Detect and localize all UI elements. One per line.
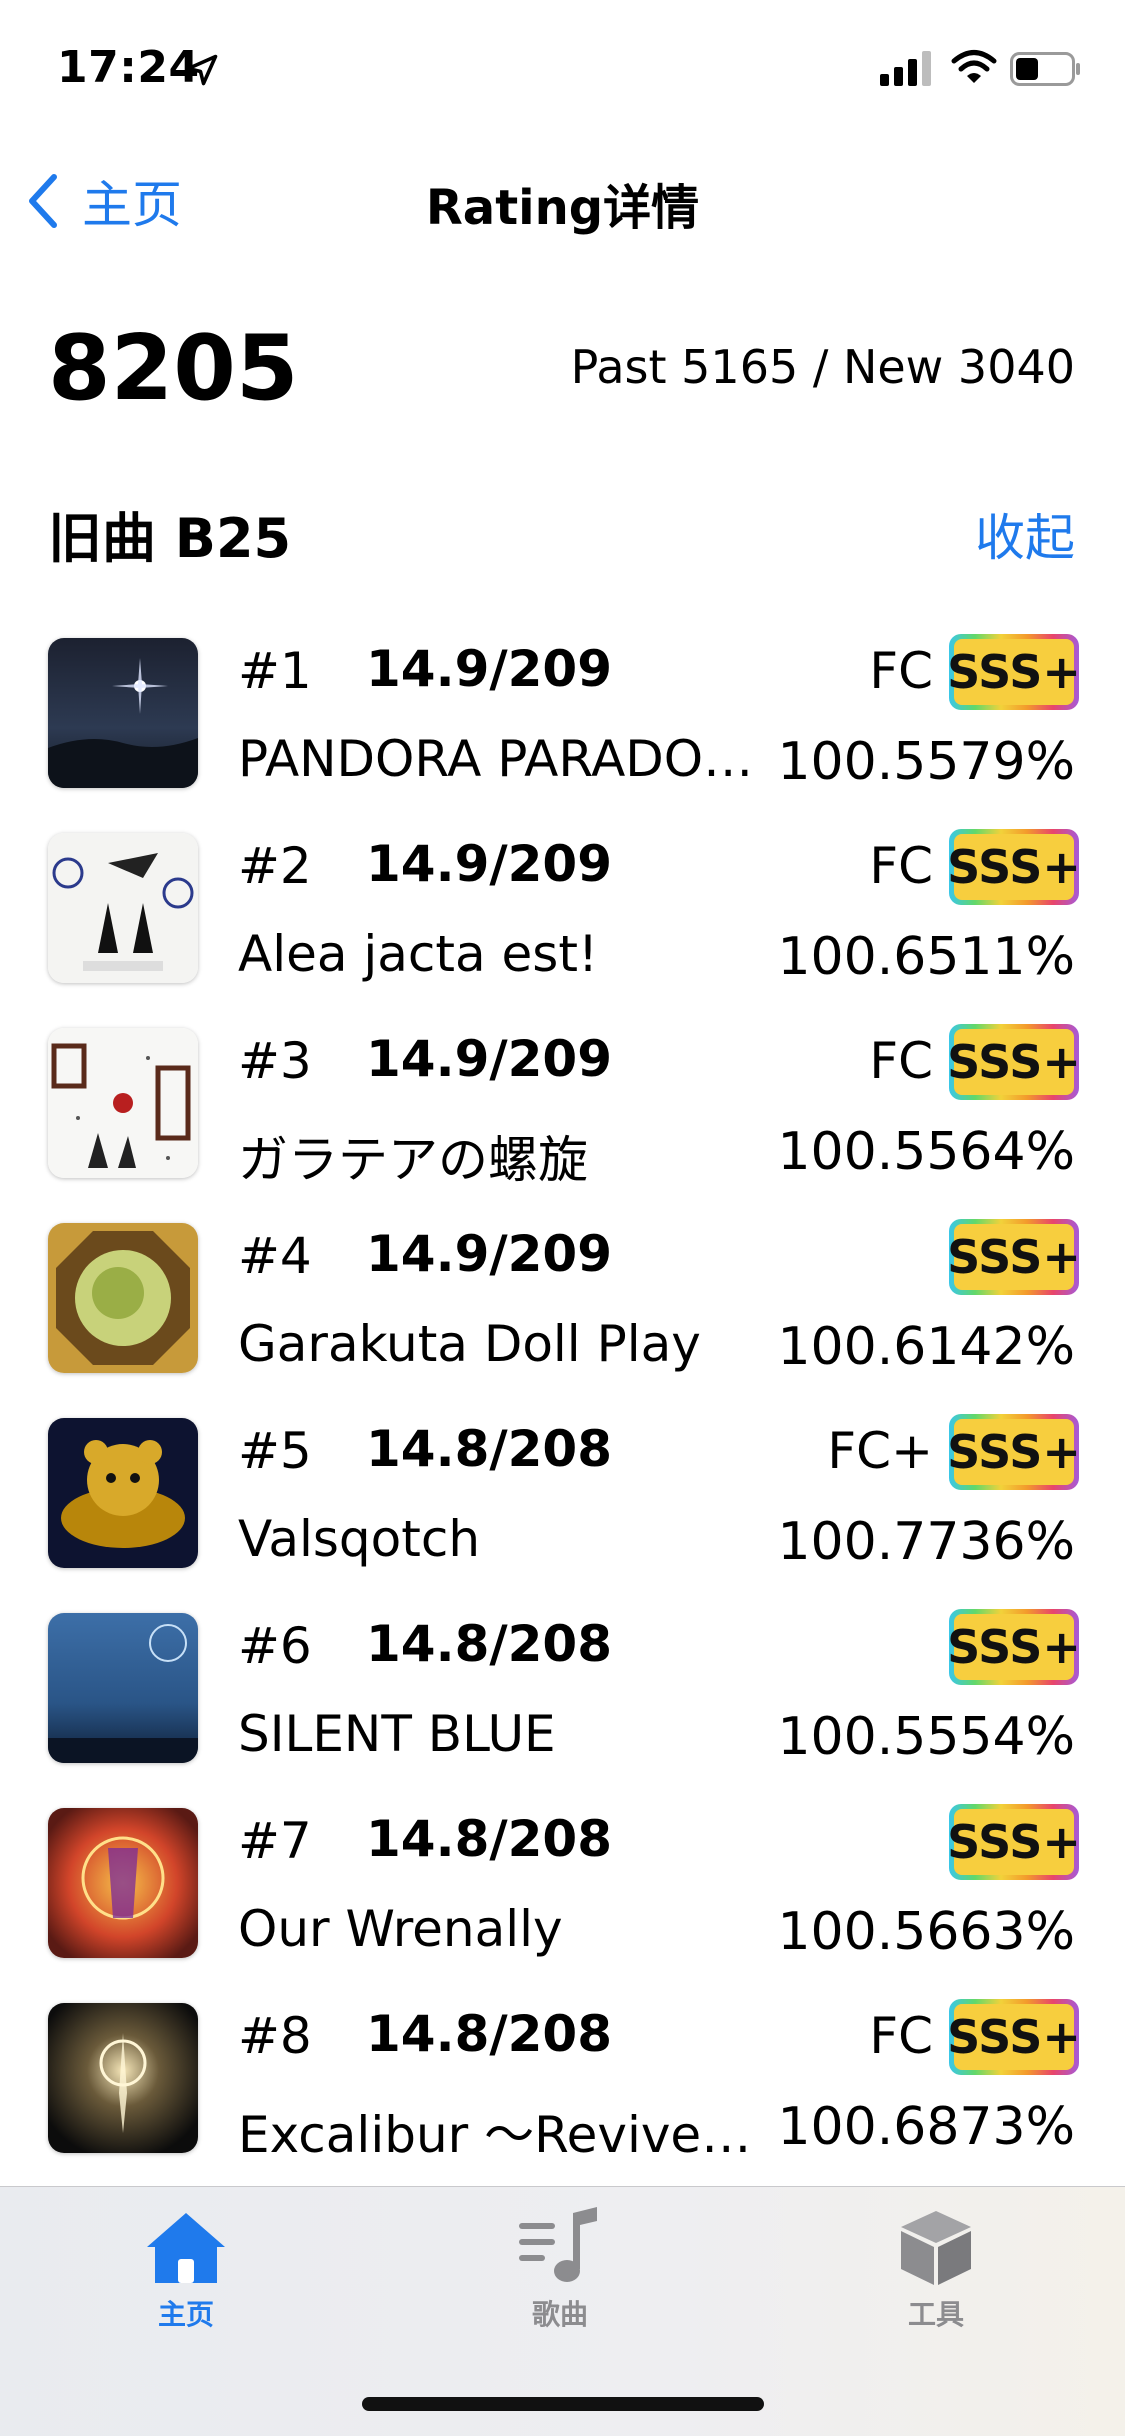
song-row[interactable]: #4 14.9/209 SSS+ Garakuta Doll Play 100.… xyxy=(0,1205,1125,1400)
song-accuracy: 100.7736% xyxy=(777,1512,1075,1572)
grade-label: SSS+ xyxy=(947,639,1081,705)
box-icon xyxy=(901,2211,971,2285)
song-accuracy: 100.5579% xyxy=(777,732,1075,792)
grade-badge: SSS+ xyxy=(947,1414,1081,1490)
grade-badge: SSS+ xyxy=(947,1804,1081,1880)
song-accuracy: 100.5663% xyxy=(777,1902,1075,1962)
location-arrow-icon xyxy=(186,54,218,86)
song-rank: #7 xyxy=(238,1812,312,1870)
song-level: 14.8/208 xyxy=(366,1810,612,1868)
song-row[interactable]: #8 14.8/208 FC SSS+ Excalibur ～Revived… … xyxy=(0,1985,1125,2180)
combo-status: FC xyxy=(869,837,933,895)
tab-tools[interactable]: 工具 xyxy=(836,2207,1036,2337)
song-cover xyxy=(48,1028,198,1178)
song-title: SILENT BLUE xyxy=(238,1705,556,1763)
song-cover xyxy=(48,1613,198,1763)
home-indicator xyxy=(362,2397,764,2411)
song-cover xyxy=(48,1418,198,1568)
song-rank: #8 xyxy=(238,2007,312,2065)
song-title: Alea jacta est! xyxy=(238,925,599,983)
grade-label: SSS+ xyxy=(947,1029,1081,1095)
cellular-signal-icon xyxy=(880,51,931,86)
tab-songs[interactable]: 歌曲 xyxy=(460,2207,660,2337)
grade-badge: SSS+ xyxy=(947,1609,1081,1685)
grade-label: SSS+ xyxy=(947,1809,1081,1875)
song-row[interactable]: #1 14.9/209 FC SSS+ PANDORA PARADO… 100.… xyxy=(0,620,1125,815)
song-cover xyxy=(48,638,198,788)
tab-home-label: 主页 xyxy=(157,2298,214,2331)
status-time: 17:24 xyxy=(57,42,200,93)
grade-badge: SSS+ xyxy=(947,634,1081,710)
combo-status: FC xyxy=(869,2007,933,2065)
song-accuracy: 100.5564% xyxy=(777,1122,1075,1182)
combo-status: FC xyxy=(869,642,933,700)
song-row[interactable]: #3 14.9/209 FC SSS+ ガラテアの螺旋 100.5564% xyxy=(0,1010,1125,1205)
total-rating: 8205 xyxy=(48,316,299,421)
song-cover xyxy=(48,2003,198,2153)
song-level: 14.9/209 xyxy=(366,1030,612,1088)
song-cover xyxy=(48,1808,198,1958)
song-row[interactable]: #5 14.8/208 FC+ SSS+ Valsqotch 100.7736% xyxy=(0,1400,1125,1595)
song-level: 14.8/208 xyxy=(366,2005,612,2063)
song-level: 14.8/208 xyxy=(366,1615,612,1673)
song-accuracy: 100.5554% xyxy=(777,1707,1075,1767)
song-title: Garakuta Doll Play xyxy=(238,1315,701,1373)
grade-badge: SSS+ xyxy=(947,1219,1081,1295)
combo-status: FC xyxy=(869,1032,933,1090)
song-accuracy: 100.6511% xyxy=(777,927,1075,987)
status-bar: 17:24 xyxy=(0,0,1125,132)
song-row[interactable]: #7 14.8/208 SSS+ Our Wrenally 100.5663% xyxy=(0,1790,1125,1985)
song-level: 14.8/208 xyxy=(366,1420,612,1478)
song-rank: #2 xyxy=(238,837,312,895)
song-row[interactable]: #6 14.8/208 SSS+ SILENT BLUE 100.5554% xyxy=(0,1595,1125,1790)
grade-badge: SSS+ xyxy=(947,1024,1081,1100)
wifi-icon xyxy=(951,50,997,83)
collapse-button[interactable]: 收起 xyxy=(975,498,1075,570)
battery-icon xyxy=(1010,52,1080,86)
song-cover xyxy=(48,1223,198,1373)
song-rank: #4 xyxy=(238,1227,312,1285)
song-level: 14.9/209 xyxy=(366,835,612,893)
song-level: 14.9/209 xyxy=(366,640,612,698)
song-title: ガラテアの螺旋 xyxy=(238,1131,588,1189)
tab-bar: 主页 歌曲 工具 xyxy=(0,2186,1125,2436)
tab-home[interactable]: 主页 xyxy=(86,2207,286,2337)
song-rank: #3 xyxy=(238,1032,312,1090)
song-level: 14.9/209 xyxy=(366,1225,612,1283)
song-title: Excalibur ～Revived… xyxy=(238,2106,758,2164)
song-cover xyxy=(48,833,198,983)
rating-breakdown: Past 5165 / New 3040 xyxy=(570,340,1075,394)
song-accuracy: 100.6142% xyxy=(777,1317,1075,1377)
grade-label: SSS+ xyxy=(947,834,1081,900)
house-icon xyxy=(147,2213,225,2283)
navigation-bar: 主页 Rating详情 xyxy=(0,150,1125,250)
combo-status: FC+ xyxy=(827,1422,933,1480)
song-rank: #5 xyxy=(238,1422,312,1480)
grade-label: SSS+ xyxy=(947,1419,1081,1485)
grade-badge: SSS+ xyxy=(947,829,1081,905)
song-title: Valsqotch xyxy=(238,1510,481,1568)
section-title: 旧曲 B25 xyxy=(48,507,292,570)
song-title: PANDORA PARADO… xyxy=(238,730,754,788)
song-rank: #6 xyxy=(238,1617,312,1675)
song-rank: #1 xyxy=(238,642,312,700)
music-list-icon xyxy=(519,2207,597,2282)
grade-label: SSS+ xyxy=(947,1614,1081,1680)
page-title: Rating详情 xyxy=(425,180,700,236)
song-accuracy: 100.6873% xyxy=(777,2097,1075,2157)
song-row[interactable]: #2 14.9/209 FC SSS+ Alea jacta est! 100.… xyxy=(0,815,1125,1010)
grade-label: SSS+ xyxy=(947,2004,1081,2070)
grade-badge: SSS+ xyxy=(947,1999,1081,2075)
song-title: Our Wrenally xyxy=(238,1900,563,1958)
tab-songs-label: 歌曲 xyxy=(531,2298,588,2331)
grade-label: SSS+ xyxy=(947,1224,1081,1290)
tab-tools-label: 工具 xyxy=(907,2298,964,2331)
